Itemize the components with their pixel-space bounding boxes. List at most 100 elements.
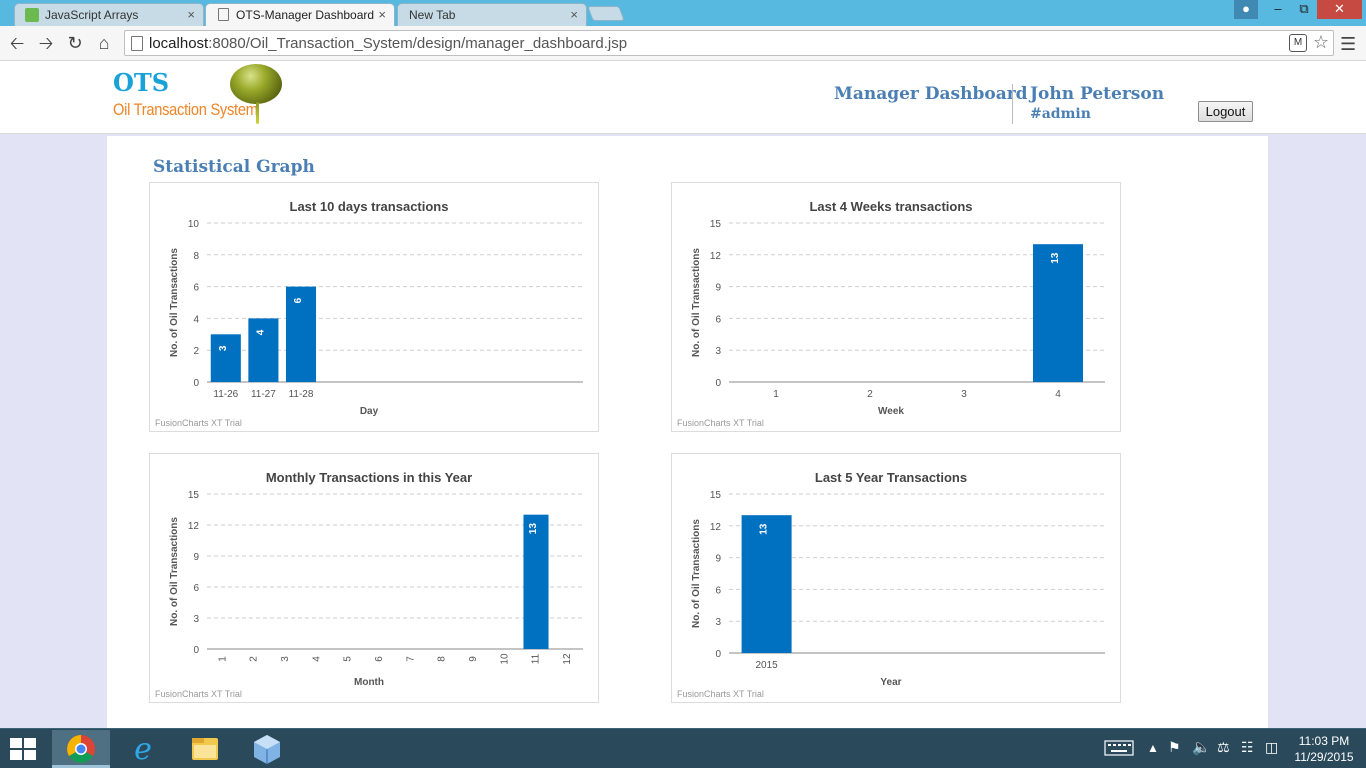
x-tick-label: 11-27: [251, 389, 276, 400]
x-axis-title: Week: [878, 406, 904, 417]
close-tab-icon[interactable]: ×: [187, 7, 195, 22]
close-window-icon[interactable]: ✕: [1317, 0, 1362, 19]
x-tick-label: 3: [961, 389, 967, 400]
back-arrow-icon[interactable]: 🡠: [6, 32, 28, 54]
forward-arrow-icon[interactable]: 🡢: [35, 32, 57, 54]
battery-icon[interactable]: ◫: [1265, 739, 1278, 756]
y-tick-label: 15: [188, 490, 200, 501]
tab-label: New Tab: [409, 8, 456, 22]
clock-time: 11:03 PM: [1298, 734, 1350, 748]
extension-icon[interactable]: M: [1289, 34, 1307, 52]
reload-icon[interactable]: ↻: [64, 32, 86, 54]
x-tick-label: 1: [773, 389, 779, 400]
windows-start-icon[interactable]: [10, 738, 38, 762]
y-tick-label: 9: [715, 554, 721, 565]
x-tick-label: 1: [217, 656, 228, 662]
internet-explorer-icon[interactable]: e: [114, 730, 172, 768]
y-tick-label: 3: [193, 614, 199, 625]
y-tick-label: 6: [715, 314, 721, 325]
x-tick-label: 11: [531, 653, 542, 664]
new-tab-button[interactable]: [587, 6, 625, 21]
page-title: Manager Dashboard: [834, 84, 1028, 104]
x-tick-label: 6: [374, 656, 385, 662]
y-tick-label: 6: [715, 585, 721, 596]
logout-button[interactable]: Logout: [1198, 101, 1253, 122]
chart-last-4-weeks: Last 4 Weeks transactions 0 3 6 9 12 15 No. of …: [671, 182, 1121, 432]
y-axis-title: No. of Oil Transactions: [691, 519, 702, 628]
tab-ots-manager-dashboard[interactable]: OTS-Manager Dashboard ×: [205, 3, 395, 27]
y-tick-label: 0: [715, 378, 721, 389]
y-axis-title: No. of Oil Transactions: [169, 517, 180, 626]
x-tick-label: 9: [468, 656, 479, 662]
x-axis-title: Day: [360, 406, 379, 417]
x-tick-label: 11-26: [213, 389, 238, 400]
y-tick-label: 12: [188, 521, 200, 532]
tab-label: JavaScript Arrays: [45, 8, 139, 22]
tab-new-tab[interactable]: New Tab ×: [397, 3, 587, 26]
show-hidden-icons-icon[interactable]: ▲: [1147, 741, 1159, 755]
x-axis-title: Month: [354, 677, 384, 688]
chart-svg: Last 4 Weeks transactions03691215No. of …: [677, 199, 1105, 428]
data-label: 13: [1050, 252, 1061, 264]
action-center-icon[interactable]: ⚑: [1168, 739, 1181, 756]
network-icon[interactable]: ⚖: [1217, 739, 1230, 756]
menu-icon[interactable]: ☰: [1340, 34, 1358, 55]
browser-toolbar: 🡠 🡢 ↻ ⌂ localhost:8080/Oil_Transaction_S…: [0, 26, 1366, 61]
data-label: 13: [759, 523, 770, 535]
x-tick-label: 4: [311, 656, 322, 662]
data-label: 13: [528, 523, 539, 535]
chart-title: Last 10 days transactions: [290, 199, 449, 214]
file-explorer-icon[interactable]: [176, 730, 234, 768]
chart-footer: FusionCharts XT Trial: [677, 689, 764, 699]
chart-last-5-years: Last 5 Year Transactions 0 3 6 9 12 15 No. of O…: [671, 453, 1121, 703]
user-name: John Peterson: [1030, 84, 1165, 104]
site-header: OTS Oil Transaction System Manager Dashb…: [0, 62, 1366, 134]
tab-javascript-arrays[interactable]: JavaScript Arrays ×: [14, 3, 204, 26]
user-profile-icon[interactable]: ●: [1234, 0, 1258, 19]
oil-drip-icon: [256, 102, 259, 124]
y-tick-label: 15: [710, 219, 722, 230]
virtualbox-icon[interactable]: [238, 730, 296, 768]
y-axis-title: No. of Oil Transactions: [691, 248, 702, 357]
keyboard-icon[interactable]: [1104, 740, 1134, 759]
w3schools-favicon-icon: [25, 8, 39, 22]
volume-icon[interactable]: 🔈: [1192, 738, 1211, 756]
bookmark-star-icon[interactable]: ☆: [1313, 32, 1329, 53]
data-label: 3: [218, 345, 229, 351]
x-axis-title: Year: [880, 677, 901, 688]
y-tick-label: 0: [193, 645, 199, 656]
y-tick-label: 6: [193, 283, 199, 294]
minimize-icon[interactable]: –: [1265, 0, 1291, 19]
x-tick-label: 12: [562, 653, 573, 665]
data-bar: [741, 515, 792, 653]
header-divider: [1012, 84, 1013, 124]
x-tick-label: 2: [867, 389, 873, 400]
logo-subtitle: Oil Transaction System: [113, 100, 258, 119]
url-text[interactable]: localhost:8080/Oil_Transaction_System/de…: [149, 35, 627, 52]
y-tick-label: 9: [193, 552, 199, 563]
data-label: 4: [255, 329, 266, 335]
address-bar[interactable]: localhost:8080/Oil_Transaction_System/de…: [124, 30, 1334, 56]
y-tick-label: 15: [710, 490, 722, 501]
maximize-icon[interactable]: ⧉: [1291, 0, 1317, 19]
y-tick-label: 0: [715, 649, 721, 660]
x-tick-label: 5: [343, 656, 354, 662]
clock-date: 11/29/2015: [1294, 750, 1354, 764]
close-tab-icon[interactable]: ×: [378, 7, 386, 22]
x-tick-label: 4: [1055, 389, 1061, 400]
language-icon[interactable]: ☷: [1241, 739, 1254, 756]
home-icon[interactable]: ⌂: [93, 32, 115, 54]
browser-tab-strip: JavaScript Arrays × OTS-Manager Dashboar…: [0, 0, 1366, 27]
chrome-icon[interactable]: [52, 730, 110, 768]
taskbar-clock[interactable]: 11:03 PM 11/29/2015: [1292, 733, 1356, 765]
chart-monthly: Monthly Transactions in this Year 0 3 6 9 12 1…: [149, 453, 599, 703]
logo-title: OTS: [113, 68, 170, 97]
page-viewport: OTS Oil Transaction System Manager Dashb…: [0, 62, 1366, 728]
data-bar: [248, 318, 279, 382]
page-favicon-icon: [218, 8, 229, 21]
x-tick-label: 11-28: [289, 389, 314, 400]
close-tab-icon[interactable]: ×: [570, 7, 578, 22]
y-tick-label: 6: [193, 583, 199, 594]
x-tick-label: 3: [280, 656, 291, 662]
chart-last-10-days: Last 10 days transactions 0 2 4 6 8 10 No. of O…: [149, 182, 599, 432]
